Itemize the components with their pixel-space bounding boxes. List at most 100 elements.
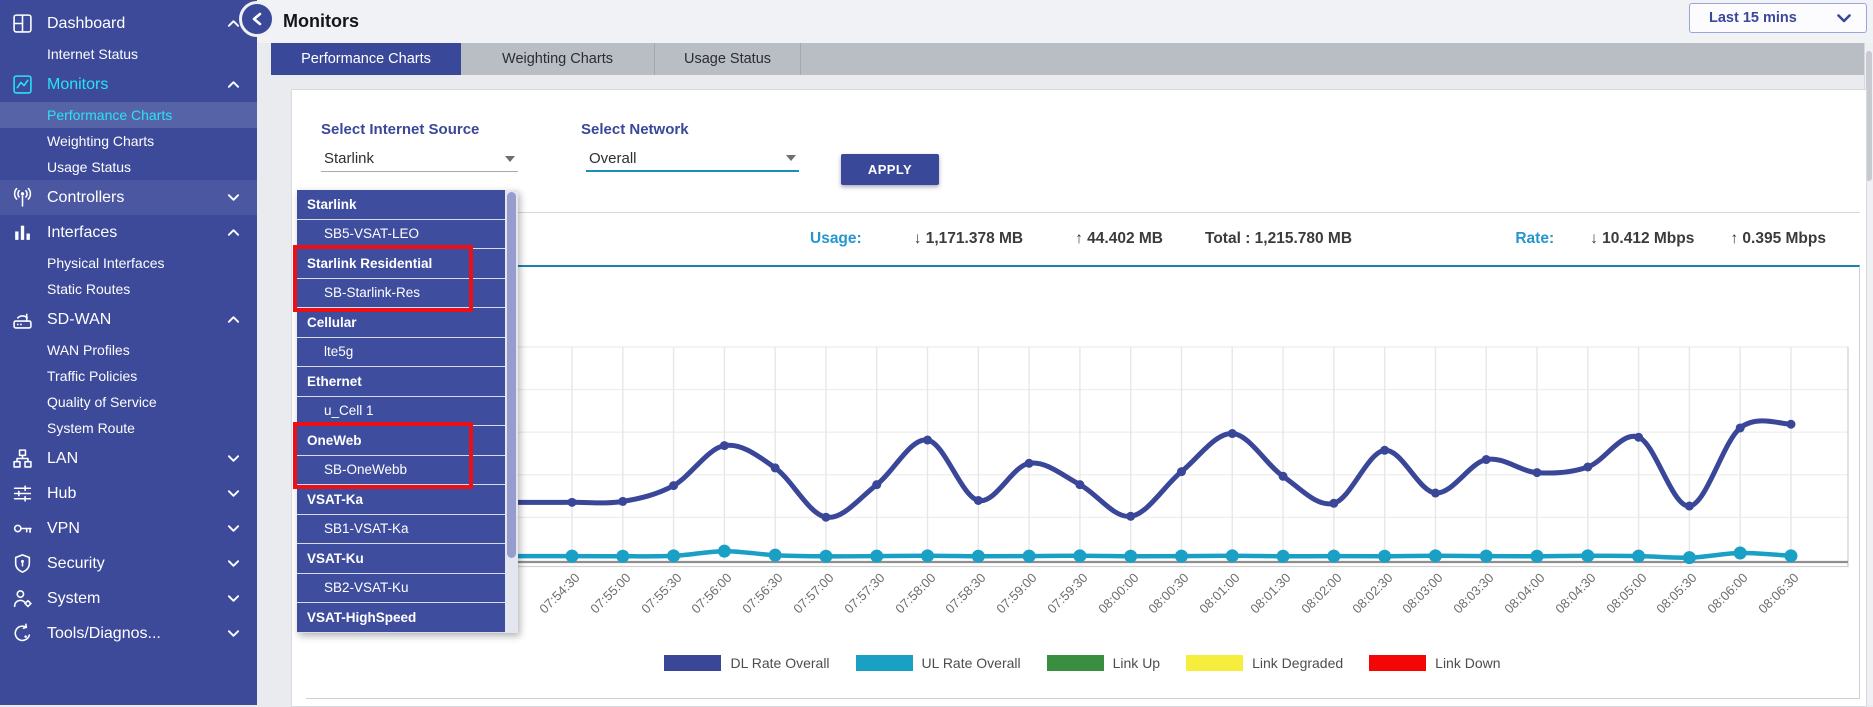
sidebar-item-label: Monitors: [47, 76, 108, 94]
sidebar-item-label: Tools/Diagnos...: [47, 625, 161, 643]
legend-label: DL Rate Overall: [730, 655, 829, 671]
dropdown-group-vsat-ku[interactable]: VSAT-Ku: [297, 544, 505, 574]
rate-upload-value: ↑ 0.395 Mbps: [1730, 230, 1826, 248]
sidebar-item-tools-diagnos[interactable]: Tools/Diagnos...: [0, 616, 257, 651]
chevron-down-icon: [1837, 14, 1851, 23]
sidebar-item-performance-charts[interactable]: Performance Charts: [0, 102, 257, 128]
chevron-left-icon: [251, 12, 264, 26]
time-range-value: Last 15 mins: [1709, 10, 1797, 26]
legend-item-link-down: Link Down: [1369, 655, 1500, 671]
sidebar-item-interfaces[interactable]: Interfaces: [0, 215, 257, 250]
network-select-label: Select Network: [581, 121, 689, 138]
sidebar-item-vpn[interactable]: VPN: [0, 511, 257, 546]
legend-label: Link Degraded: [1252, 655, 1343, 671]
dropdown-scrollbar[interactable]: [505, 190, 518, 633]
dropdown-group-starlink-residential[interactable]: Starlink Residential: [297, 249, 505, 279]
usage-upload-value: ↑ 44.402 MB: [1075, 230, 1163, 248]
system-icon: [11, 588, 33, 610]
tab-usage-status[interactable]: Usage Status: [655, 43, 801, 75]
sidebar-item-system-route[interactable]: System Route: [0, 415, 257, 441]
dropdown-option-sb-onewebb[interactable]: SB-OneWebb: [297, 456, 505, 486]
dropdown-option-sb1-vsat-ka[interactable]: SB1-VSAT-Ka: [297, 515, 505, 545]
chevron-up-icon: [227, 314, 240, 325]
sidebar-item-lan[interactable]: LAN: [0, 441, 257, 476]
sidebar-item-physical-interfaces[interactable]: Physical Interfaces: [0, 250, 257, 276]
source-dropdown-list: StarlinkSB5-VSAT-LEOStarlink Residential…: [297, 190, 518, 633]
sidebar: Dashboard Internet Status Monitors Performa…: [0, 0, 257, 705]
vpn-icon: [11, 518, 33, 540]
sidebar-item-static-routes[interactable]: Static Routes: [0, 276, 257, 302]
stats-bar: Usage: ↓ 1,171.378 MB ↑ 44.402 MB Total …: [518, 214, 1848, 264]
rate-download-value: ↓ 10.412 Mbps: [1590, 230, 1694, 248]
sidebar-item-security[interactable]: Security: [0, 546, 257, 581]
sidebar-item-weighting-charts[interactable]: Weighting Charts: [0, 128, 257, 154]
sidebar-item-usage-status[interactable]: Usage Status: [0, 154, 257, 180]
dropdown-option-lte5g[interactable]: lte5g: [297, 338, 505, 368]
sidebar-item-label: Interfaces: [47, 224, 117, 242]
sidebar-item-hub[interactable]: Hub: [0, 476, 257, 511]
apply-button[interactable]: APPLY: [841, 154, 939, 185]
sidebar-item-dashboard[interactable]: Dashboard: [0, 6, 257, 41]
sidebar-item-label: SD-WAN: [47, 311, 111, 329]
dropdown-group-vsat-highspeed[interactable]: VSAT-HighSpeed: [297, 603, 505, 633]
sidebar-item-wan-profiles[interactable]: WAN Profiles: [0, 337, 257, 363]
dropdown-option-u-cell-1[interactable]: u_Cell 1: [297, 397, 505, 427]
legend-item-link-up: Link Up: [1047, 655, 1160, 671]
tab-weighting-charts[interactable]: Weighting Charts: [461, 43, 655, 75]
legend-item-link-degraded: Link Degraded: [1186, 655, 1343, 671]
sidebar-item-label: Dashboard: [47, 15, 125, 33]
legend-label: Link Up: [1113, 655, 1160, 671]
tab-performance-charts[interactable]: Performance Charts: [271, 43, 461, 75]
rate-label: Rate:: [1515, 230, 1554, 248]
dropdown-group-ethernet[interactable]: Ethernet: [297, 367, 505, 397]
sidebar-item-monitors[interactable]: Monitors: [0, 67, 257, 102]
dropdown-option-sb2-vsat-ku[interactable]: SB2-VSAT-Ku: [297, 574, 505, 604]
caret-down-icon: [786, 155, 796, 161]
lan-icon: [11, 448, 33, 470]
dropdown-group-starlink[interactable]: Starlink: [297, 190, 505, 220]
dropdown-scrollbar-thumb[interactable]: [507, 192, 516, 558]
sidebar-item-label: Hub: [47, 485, 76, 503]
sidebar-item-label: System: [47, 590, 100, 608]
stats-divider: [306, 212, 1860, 213]
legend-swatch: [1186, 655, 1243, 671]
sidebar-item-label: Security: [47, 555, 105, 573]
chart-legend: DL Rate Overall UL Rate Overall Link Up Lin…: [306, 655, 1859, 671]
chart-plot: [306, 267, 1860, 577]
legend-swatch: [1369, 655, 1426, 671]
dropdown-group-cellular[interactable]: Cellular: [297, 308, 505, 338]
security-icon: [11, 553, 33, 575]
sdwan-icon: [11, 309, 33, 331]
chevron-down-icon: [227, 488, 240, 499]
tab-bar: Performance ChartsWeighting ChartsUsage …: [271, 43, 1864, 75]
chevron-down-icon: [227, 523, 240, 534]
time-range-select[interactable]: Last 15 mins: [1689, 3, 1867, 33]
dropdown-group-oneweb[interactable]: OneWeb: [297, 426, 505, 456]
usage-download-value: ↓ 1,171.378 MB: [914, 230, 1023, 248]
series-dl-rate-overall: [518, 420, 1795, 522]
legend-item-ul-rate-overall: UL Rate Overall: [856, 655, 1021, 671]
sidebar-item-controllers[interactable]: Controllers: [0, 180, 257, 215]
sidebar-item-sd-wan[interactable]: SD-WAN: [0, 302, 257, 337]
chevron-down-icon: [227, 628, 240, 639]
page-title: Monitors: [283, 11, 359, 32]
legend-label: UL Rate Overall: [922, 655, 1021, 671]
network-select-value: Overall: [589, 150, 637, 167]
dropdown-option-sb-starlink-res[interactable]: SB-Starlink-Res: [297, 279, 505, 309]
chevron-down-icon: [227, 558, 240, 569]
dropdown-option-sb5-vsat-leo[interactable]: SB5-VSAT-LEO: [297, 220, 505, 250]
sidebar-item-internet-status[interactable]: Internet Status: [0, 41, 257, 67]
source-select[interactable]: Starlink: [321, 146, 518, 172]
network-select[interactable]: Overall: [586, 146, 799, 172]
sidebar-item-label: LAN: [47, 450, 78, 468]
interfaces-icon: [11, 222, 33, 244]
controllers-icon: [11, 187, 33, 209]
sidebar-item-traffic-policies[interactable]: Traffic Policies: [0, 363, 257, 389]
legend-swatch: [1047, 655, 1104, 671]
sidebar-collapse-button[interactable]: [239, 1, 275, 37]
legend-swatch: [856, 655, 913, 671]
dropdown-group-vsat-ka[interactable]: VSAT-Ka: [297, 485, 505, 515]
sidebar-item-quality-of-service[interactable]: Quality of Service: [0, 389, 257, 415]
sidebar-item-system[interactable]: System: [0, 581, 257, 616]
chevron-down-icon: [227, 593, 240, 604]
